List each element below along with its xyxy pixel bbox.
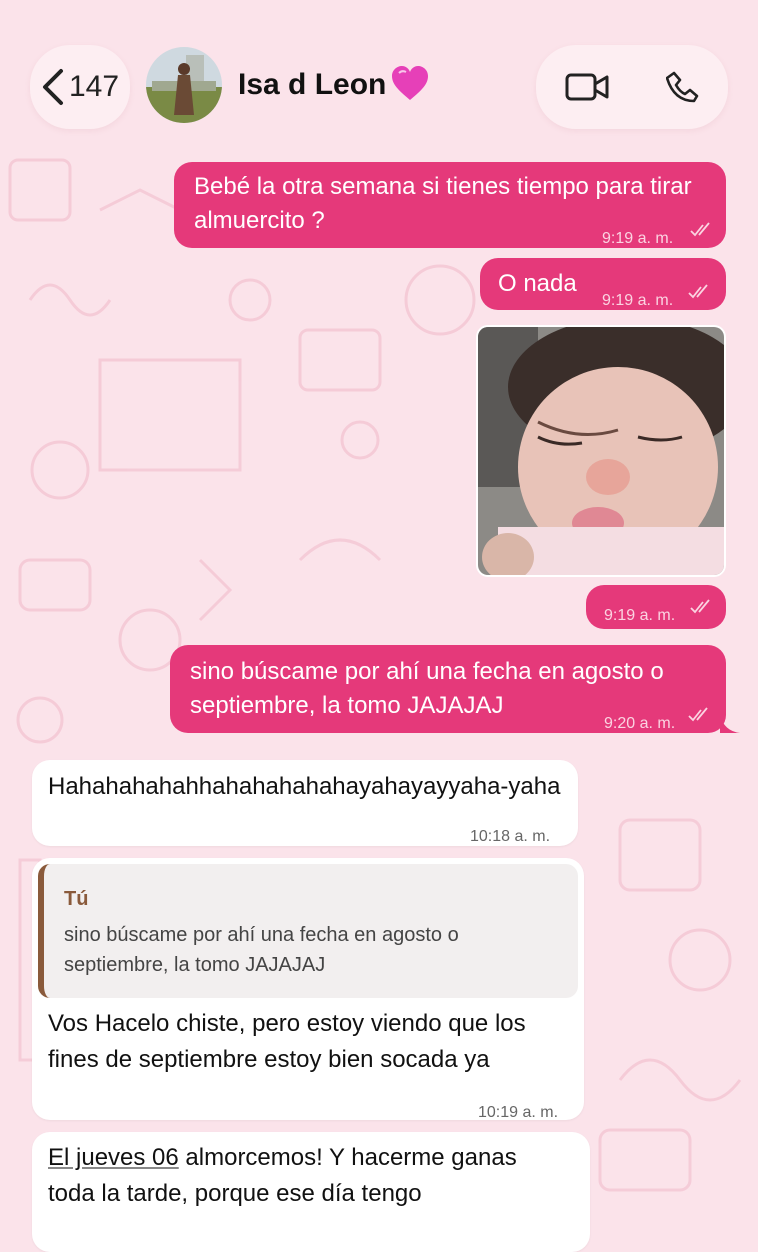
outgoing-image-caption[interactable]: 9:19 a. m. bbox=[586, 585, 726, 629]
double-check-icon bbox=[690, 599, 710, 614]
message-text: El jueves 06 almorcemos! Y hacerme ganas… bbox=[48, 1140, 568, 1212]
outgoing-image-message[interactable] bbox=[476, 325, 726, 577]
message-time: 10:18 a. m. bbox=[470, 828, 551, 845]
outgoing-message[interactable]: O nada 9:19 a. m. bbox=[480, 258, 726, 310]
chevron-left-icon bbox=[42, 69, 63, 105]
bubble-tail bbox=[720, 715, 740, 733]
outgoing-message[interactable]: sino búscame por ahí una fecha en agosto… bbox=[170, 645, 726, 733]
back-button[interactable]: 147 bbox=[30, 45, 130, 129]
quote-author: Tú bbox=[64, 888, 89, 910]
date-link[interactable]: El jueves 06 bbox=[48, 1144, 179, 1171]
incoming-reply-message[interactable]: Tú sino búscame por ahí una fecha en ago… bbox=[32, 858, 584, 1121]
message-time: 10:19 a. m. bbox=[478, 1104, 559, 1121]
quoted-message[interactable]: Tú sino búscame por ahí una fecha en ago… bbox=[38, 864, 578, 998]
message-text: O nada bbox=[498, 270, 577, 297]
double-check-icon bbox=[688, 284, 708, 299]
double-check-icon bbox=[688, 707, 708, 722]
heart-emoji-icon bbox=[390, 64, 430, 109]
message-text: Hahahahahahhahahahahahayahayayyaha-yaha bbox=[48, 773, 561, 800]
crying-baby-photo bbox=[478, 327, 724, 575]
avatar[interactable] bbox=[146, 47, 222, 123]
message-time: 9:19 a. m. bbox=[602, 292, 674, 309]
message-time: 9:20 a. m. bbox=[604, 715, 676, 732]
video-call-icon[interactable] bbox=[565, 72, 609, 102]
message-text: Vos Hacelo chiste, pero estoy viendo que… bbox=[48, 1010, 526, 1073]
message-time: 9:19 a. m. bbox=[602, 230, 674, 247]
incoming-message[interactable]: El jueves 06 almorcemos! Y hacerme ganas… bbox=[32, 1132, 590, 1252]
contact-name[interactable]: Isa d Leon bbox=[238, 68, 386, 102]
incoming-message[interactable]: Hahahahahahhahahahahahayahayayyaha-yaha … bbox=[32, 760, 578, 846]
double-check-icon bbox=[690, 222, 710, 237]
quote-text: sino búscame por ahí una fecha en agosto… bbox=[64, 924, 459, 976]
message-time: 9:19 a. m. bbox=[604, 607, 676, 624]
unread-count: 147 bbox=[68, 70, 120, 103]
outgoing-message[interactable]: Bebé la otra semana si tienes tiempo par… bbox=[174, 162, 726, 248]
call-controls bbox=[536, 45, 728, 129]
phone-call-icon[interactable] bbox=[665, 70, 700, 104]
